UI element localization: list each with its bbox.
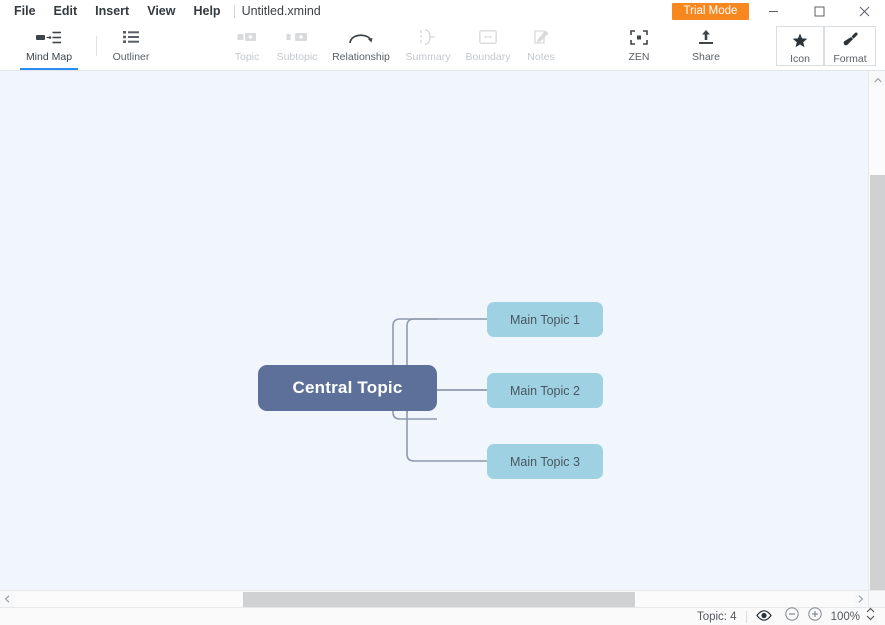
toolbar-divider-1 xyxy=(96,36,97,56)
horizontal-scroll-thumb[interactable] xyxy=(243,592,635,607)
tab-outliner[interactable]: Outliner xyxy=(103,22,159,70)
menu-divider xyxy=(233,4,235,18)
toolbar-button-topic[interactable]: Topic xyxy=(222,22,272,70)
node-main-topic-2-label: Main Topic 2 xyxy=(510,383,580,398)
xmind-window: File Edit Insert View Help Untitled.xmin… xyxy=(0,0,885,625)
chevron-updown-icon xyxy=(866,607,875,625)
minimize-button[interactable] xyxy=(752,0,795,22)
toolbar-button-subtopic[interactable]: Subtopic xyxy=(270,22,324,70)
minimize-icon xyxy=(768,6,779,17)
minus-icon xyxy=(784,607,799,625)
status-divider xyxy=(745,610,747,623)
node-main-topic-2[interactable]: Main Topic 2 xyxy=(487,373,603,408)
tab-mind-map[interactable]: Mind Map xyxy=(10,22,88,70)
toolbar-button-topic-label: Topic xyxy=(234,51,260,63)
menu-item-view[interactable]: View xyxy=(138,0,184,22)
vertical-scrollbar[interactable] xyxy=(868,71,885,590)
subtopic-icon xyxy=(286,27,308,47)
vertical-scroll-thumb[interactable] xyxy=(870,175,885,590)
toolbar-button-relationship-label: Relationship xyxy=(332,51,390,63)
toolbar-button-format[interactable]: Format xyxy=(824,26,876,66)
mindmap-canvas[interactable]: Central Topic Main Topic 1 Main Topic 2 … xyxy=(0,71,868,590)
menu-item-insert[interactable]: Insert xyxy=(86,0,138,22)
node-central-topic[interactable]: Central Topic xyxy=(258,365,437,411)
eye-icon xyxy=(755,608,772,625)
boundary-icon xyxy=(479,27,497,47)
chevron-up-icon xyxy=(873,70,882,88)
vertical-scroll-track-upper[interactable] xyxy=(870,86,885,175)
visibility-toggle-button[interactable] xyxy=(755,608,772,625)
scroll-right-button[interactable] xyxy=(854,591,868,607)
relationship-icon xyxy=(348,27,374,47)
node-main-topic-3-label: Main Topic 3 xyxy=(510,454,580,469)
toolbar-button-icon-label: Icon xyxy=(790,53,810,65)
toolbar-button-format-label: Format xyxy=(833,53,867,65)
brush-icon xyxy=(842,31,859,49)
toolbar-button-boundary-label: Boundary xyxy=(465,51,511,63)
star-icon xyxy=(792,31,808,49)
status-bar: Topic: 4 100% xyxy=(0,607,885,625)
scrollbar-corner xyxy=(868,590,885,607)
scroll-up-button[interactable] xyxy=(869,71,885,86)
file-title: Untitled.xmind xyxy=(241,4,321,18)
toolbar-button-notes-label: Notes xyxy=(527,51,555,63)
node-main-topic-3[interactable]: Main Topic 3 xyxy=(487,444,603,479)
tab-outliner-label: Outliner xyxy=(112,51,150,63)
trial-mode-badge[interactable]: Trial Mode xyxy=(672,3,749,20)
topic-icon xyxy=(237,27,257,47)
toolbar-button-boundary[interactable]: Boundary xyxy=(457,22,519,70)
toolbar-button-icon[interactable]: Icon xyxy=(776,26,824,66)
maximize-button[interactable] xyxy=(798,0,841,22)
zen-icon xyxy=(630,27,648,47)
zoom-out-button[interactable] xyxy=(784,607,799,625)
horizontal-scroll-track-right[interactable] xyxy=(635,592,854,607)
horizontal-scroll-track-left[interactable] xyxy=(14,592,243,607)
zoom-stepper-button[interactable] xyxy=(866,607,875,625)
notes-icon xyxy=(533,27,550,47)
menu-item-edit[interactable]: Edit xyxy=(45,0,87,22)
toolbar-button-zen[interactable]: ZEN xyxy=(616,22,662,70)
toolbar-button-notes[interactable]: Notes xyxy=(518,22,564,70)
maximize-icon xyxy=(814,6,825,17)
summary-icon xyxy=(419,27,437,47)
toolbar-button-zen-label: ZEN xyxy=(628,51,650,63)
chevron-left-icon xyxy=(4,590,10,608)
toolbar-button-share-label: Share xyxy=(691,51,721,63)
toolbar: Mind Map Outliner Topic Subtopic Relatio… xyxy=(0,22,885,71)
menu-item-file[interactable]: File xyxy=(5,0,45,22)
scroll-left-button[interactable] xyxy=(0,591,14,607)
close-icon xyxy=(859,6,870,17)
toolbar-button-relationship[interactable]: Relationship xyxy=(322,22,400,70)
active-tab-indicator xyxy=(20,68,78,70)
chevron-right-icon xyxy=(858,590,864,608)
close-button[interactable] xyxy=(843,0,885,22)
mindmap-icon xyxy=(36,27,62,47)
node-main-topic-1[interactable]: Main Topic 1 xyxy=(487,302,603,337)
zoom-in-button[interactable] xyxy=(807,607,822,625)
node-main-topic-1-label: Main Topic 1 xyxy=(510,312,580,327)
node-central-topic-label: Central Topic xyxy=(292,378,403,397)
toolbar-button-share[interactable]: Share xyxy=(682,22,730,70)
topic-count: Topic: 4 xyxy=(696,610,737,623)
toolbar-button-summary[interactable]: Summary xyxy=(400,22,456,70)
outliner-icon xyxy=(123,27,139,47)
zoom-level[interactable]: 100% xyxy=(831,611,860,623)
share-icon xyxy=(698,27,714,47)
horizontal-scrollbar[interactable] xyxy=(0,590,868,607)
plus-icon xyxy=(807,607,822,625)
tab-mind-map-label: Mind Map xyxy=(25,51,73,63)
toolbar-button-summary-label: Summary xyxy=(405,51,451,63)
menu-item-help[interactable]: Help xyxy=(184,0,229,22)
toolbar-button-subtopic-label: Subtopic xyxy=(276,51,318,63)
mindmap-connectors-detail xyxy=(406,318,487,462)
